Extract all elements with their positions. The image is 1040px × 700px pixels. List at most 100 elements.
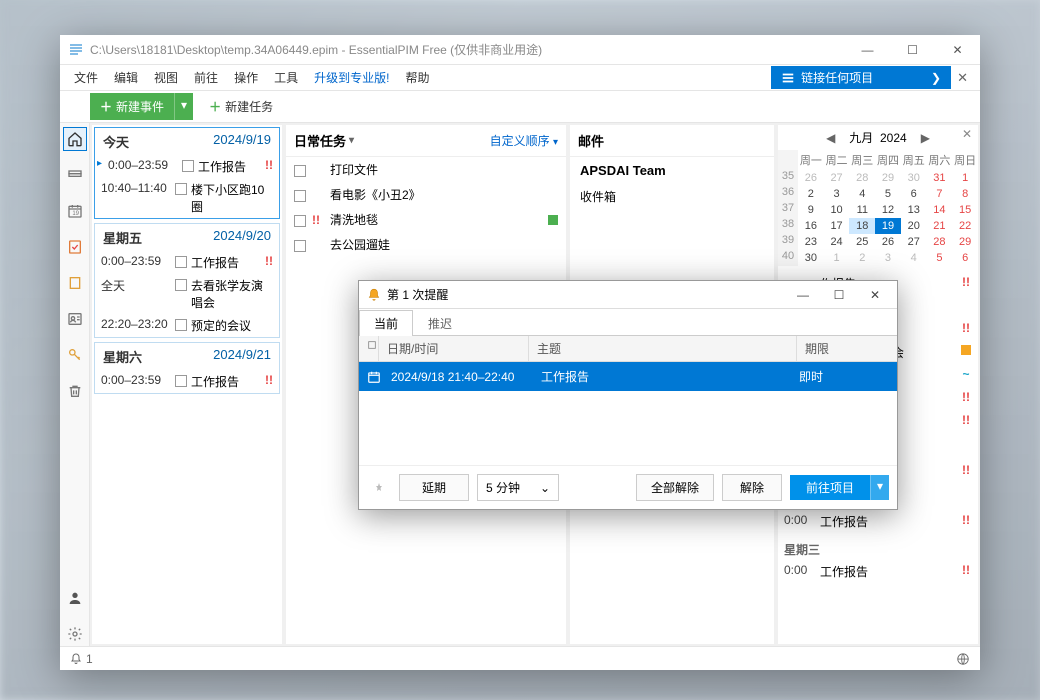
cal-day[interactable]: 30 bbox=[901, 170, 927, 186]
menu-help[interactable]: 帮助 bbox=[397, 65, 437, 90]
cal-day[interactable]: 1 bbox=[952, 170, 978, 186]
checkbox[interactable] bbox=[294, 190, 306, 202]
rail-schedule-icon[interactable]: 19 bbox=[63, 199, 87, 223]
task-row[interactable]: 去公园遛娃 bbox=[286, 232, 566, 257]
checkbox[interactable] bbox=[294, 240, 306, 252]
menu-action[interactable]: 操作 bbox=[226, 65, 266, 90]
menu-goto[interactable]: 前往 bbox=[186, 65, 226, 90]
menu-tools[interactable]: 工具 bbox=[266, 65, 306, 90]
checkbox[interactable] bbox=[175, 319, 187, 331]
rail-passwords-icon[interactable] bbox=[63, 343, 87, 367]
cal-day[interactable]: 27 bbox=[824, 170, 850, 186]
cal-day[interactable]: 24 bbox=[824, 234, 850, 250]
menu-file[interactable]: 文件 bbox=[66, 65, 106, 90]
dismiss-all-button[interactable]: 全部解除 bbox=[636, 474, 714, 501]
cal-day[interactable]: 26 bbox=[875, 234, 901, 250]
col-datetime[interactable]: 日期/时间 bbox=[379, 336, 529, 361]
cal-day[interactable]: 15 bbox=[952, 202, 978, 218]
menu-edit[interactable]: 编辑 bbox=[106, 65, 146, 90]
cal-day[interactable]: 20 bbox=[901, 218, 927, 234]
cal-day[interactable]: 14 bbox=[927, 202, 953, 218]
cal-day[interactable]: 3 bbox=[875, 250, 901, 266]
tab-current[interactable]: 当前 bbox=[359, 310, 413, 336]
new-event-button[interactable]: ＋ 新建事件 bbox=[90, 93, 174, 120]
rail-contacts-icon[interactable] bbox=[63, 307, 87, 331]
col-icon[interactable] bbox=[359, 336, 379, 361]
rail-user-icon[interactable] bbox=[63, 586, 87, 610]
mail-inbox[interactable]: 收件箱 bbox=[570, 184, 774, 209]
maximize-button[interactable]: ☐ bbox=[890, 35, 935, 65]
chevron-down-icon[interactable]: ▾ bbox=[349, 135, 354, 146]
link-any-item-button[interactable]: 链接任何项目 ❯ bbox=[771, 66, 951, 89]
cal-day[interactable]: 2 bbox=[849, 250, 875, 266]
close-button[interactable]: ✕ bbox=[935, 35, 980, 65]
cal-day[interactable]: 11 bbox=[849, 202, 875, 218]
cal-day[interactable]: 17 bbox=[824, 218, 850, 234]
rail-notes-icon[interactable] bbox=[63, 271, 87, 295]
new-task-button[interactable]: ＋ 新建任务 bbox=[201, 93, 281, 120]
cal-day[interactable]: 2 bbox=[798, 186, 824, 202]
snooze-button[interactable]: 延期 bbox=[399, 474, 469, 501]
reminder-row[interactable]: 2024/9/18 21:40–22:40 工作报告 即时 bbox=[359, 362, 897, 391]
cal-day[interactable]: 4 bbox=[901, 250, 927, 266]
cal-day[interactable]: 1 bbox=[824, 250, 850, 266]
cal-day[interactable]: 19 bbox=[875, 218, 901, 234]
cal-day[interactable]: 6 bbox=[901, 186, 927, 202]
cal-day[interactable]: 28 bbox=[849, 170, 875, 186]
checkbox[interactable] bbox=[294, 165, 306, 177]
cal-day[interactable]: 4 bbox=[849, 186, 875, 202]
col-subject[interactable]: 主题 bbox=[529, 336, 797, 361]
upcoming-row[interactable]: 0:00工作报告!! bbox=[778, 510, 978, 533]
cal-day[interactable]: 23 bbox=[798, 234, 824, 250]
minimize-button[interactable]: — bbox=[845, 35, 890, 65]
rail-home-icon[interactable] bbox=[63, 127, 87, 151]
task-row[interactable]: 看电影《小丑2》 bbox=[286, 182, 566, 207]
dismiss-button[interactable]: 解除 bbox=[722, 474, 782, 501]
agenda-row[interactable]: 10:40–11:40 楼下小区跑10圈 bbox=[95, 178, 279, 218]
rail-calendar-icon[interactable] bbox=[63, 163, 87, 187]
cal-day[interactable]: 30 bbox=[798, 250, 824, 266]
tab-later[interactable]: 推迟 bbox=[413, 310, 467, 336]
cal-close-button[interactable]: ✕ bbox=[962, 127, 972, 141]
new-event-dropdown[interactable]: ▾ bbox=[174, 93, 193, 120]
mail-account[interactable]: APSDAI Team bbox=[570, 157, 774, 184]
pin-icon[interactable] bbox=[367, 481, 391, 495]
dialog-maximize-button[interactable]: ☐ bbox=[821, 282, 857, 308]
cal-day[interactable]: 7 bbox=[927, 186, 953, 202]
tasks-sort-link[interactable]: 自定义顺序 ▾ bbox=[490, 132, 558, 149]
agenda-row[interactable]: 0:00–23:59 工作报告 !! bbox=[95, 155, 279, 178]
checkbox[interactable] bbox=[175, 256, 187, 268]
rail-settings-icon[interactable] bbox=[63, 622, 87, 646]
agenda-row[interactable]: 22:20–23:20 预定的会议 bbox=[95, 314, 279, 337]
rail-trash-icon[interactable] bbox=[63, 379, 87, 403]
cal-day[interactable]: 27 bbox=[901, 234, 927, 250]
checkbox[interactable] bbox=[182, 160, 194, 172]
cal-day[interactable]: 29 bbox=[875, 170, 901, 186]
task-row[interactable]: !! 清洗地毯 bbox=[286, 207, 566, 232]
menu-upgrade[interactable]: 升级到专业版! bbox=[306, 65, 397, 90]
goto-item-dropdown[interactable]: ▾ bbox=[870, 475, 889, 500]
col-due[interactable]: 期限 bbox=[797, 336, 897, 361]
cal-next-button[interactable]: ▶ bbox=[917, 131, 934, 145]
cal-day[interactable]: 8 bbox=[952, 186, 978, 202]
cal-day[interactable]: 29 bbox=[952, 234, 978, 250]
close-ribbon-button[interactable]: ✕ bbox=[951, 68, 974, 88]
cal-day[interactable]: 12 bbox=[875, 202, 901, 218]
snooze-interval-select[interactable]: 5 分钟⌄ bbox=[477, 474, 559, 501]
task-row[interactable]: 打印文件 bbox=[286, 157, 566, 182]
cal-day[interactable]: 13 bbox=[901, 202, 927, 218]
upcoming-row[interactable]: 0:00工作报告!! bbox=[778, 560, 978, 583]
cal-day[interactable]: 18 bbox=[849, 218, 875, 234]
agenda-row[interactable]: 全天 去看张学友演唱会 bbox=[95, 274, 279, 314]
globe-icon[interactable] bbox=[956, 652, 970, 666]
cal-day[interactable]: 26 bbox=[798, 170, 824, 186]
dialog-close-button[interactable]: ✕ bbox=[857, 282, 893, 308]
dialog-minimize-button[interactable]: — bbox=[785, 282, 821, 308]
menu-view[interactable]: 视图 bbox=[146, 65, 186, 90]
cal-day[interactable]: 21 bbox=[927, 218, 953, 234]
cal-day[interactable]: 5 bbox=[927, 250, 953, 266]
goto-item-button[interactable]: 前往项目 bbox=[790, 475, 870, 500]
cal-day[interactable]: 6 bbox=[952, 250, 978, 266]
checkbox[interactable] bbox=[175, 279, 187, 291]
rail-todo-icon[interactable] bbox=[63, 235, 87, 259]
